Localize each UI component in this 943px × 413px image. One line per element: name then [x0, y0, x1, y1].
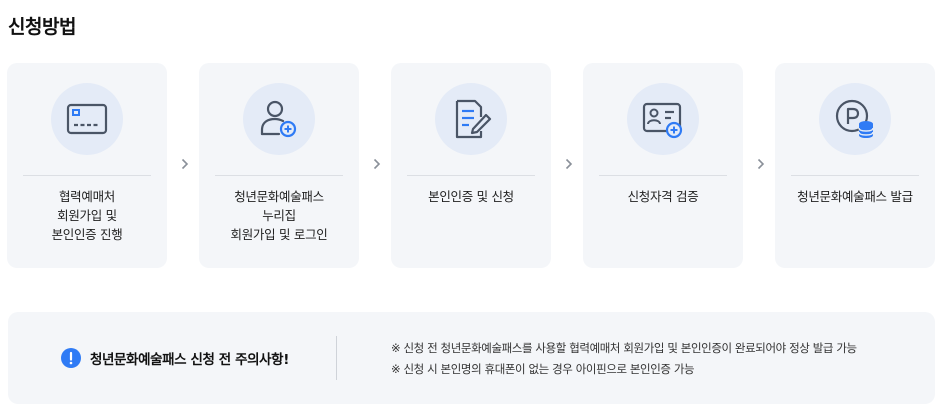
step-card-4: 신청자격 검증 — [583, 63, 743, 268]
page-title: 신청방법 — [8, 16, 76, 38]
chevron-right-icon — [563, 156, 575, 172]
application-steps: 협력예매처 회원가입 및 본인인증 진행 청년문화예술패스 누리집 회원가입 및… — [0, 63, 943, 268]
step-card-3: 본인인증 및 신청 — [391, 63, 551, 268]
notice-divider — [336, 336, 337, 380]
step-card-1: 협력예매처 회원가입 및 본인인증 진행 — [7, 63, 167, 268]
step-label: 신청자격 검증 — [627, 189, 699, 204]
notice-heading: 청년문화예술패스 신청 전 주의사항! — [61, 347, 289, 369]
exclamation-icon — [61, 348, 81, 368]
step-label: 청년문화예술패스 발급 — [797, 189, 913, 204]
step-divider — [215, 175, 343, 176]
point-coin-icon — [819, 83, 891, 155]
chevron-right-icon — [371, 156, 383, 172]
user-add-icon — [243, 83, 315, 155]
notice-box: 청년문화예술패스 신청 전 주의사항! ※ 신청 전 청년문화예술패스를 사용할… — [8, 312, 935, 404]
notice-item: ※ 신청 전 청년문화예술패스를 사용할 협력예매처 회원가입 및 본인인증이 … — [391, 341, 857, 355]
document-edit-icon — [435, 83, 507, 155]
step-card-5: 청년문화예술패스 발급 — [775, 63, 935, 268]
notice-list: ※ 신청 전 청년문화예술패스를 사용할 협력예매처 회원가입 및 본인인증이 … — [391, 338, 857, 380]
step-card-2: 청년문화예술패스 누리집 회원가입 및 로그인 — [199, 63, 359, 268]
step-divider — [791, 175, 919, 176]
notice-item: ※ 신청 시 본인명의 휴대폰이 없는 경우 아이핀으로 본인인증 가능 — [391, 362, 695, 376]
id-card-add-icon — [627, 83, 699, 155]
step-divider — [599, 175, 727, 176]
chevron-right-icon — [179, 156, 191, 172]
step-label: 청년문화예술패스 누리집 회원가입 및 로그인 — [230, 189, 328, 242]
notice-title: 청년문화예술패스 신청 전 주의사항! — [90, 352, 289, 368]
step-divider — [407, 175, 535, 176]
step-label: 본인인증 및 신청 — [428, 189, 514, 204]
step-divider — [23, 175, 151, 176]
chevron-right-icon — [755, 156, 767, 172]
card-icon — [51, 83, 123, 155]
step-label: 협력예매처 회원가입 및 본인인증 진행 — [51, 189, 123, 242]
